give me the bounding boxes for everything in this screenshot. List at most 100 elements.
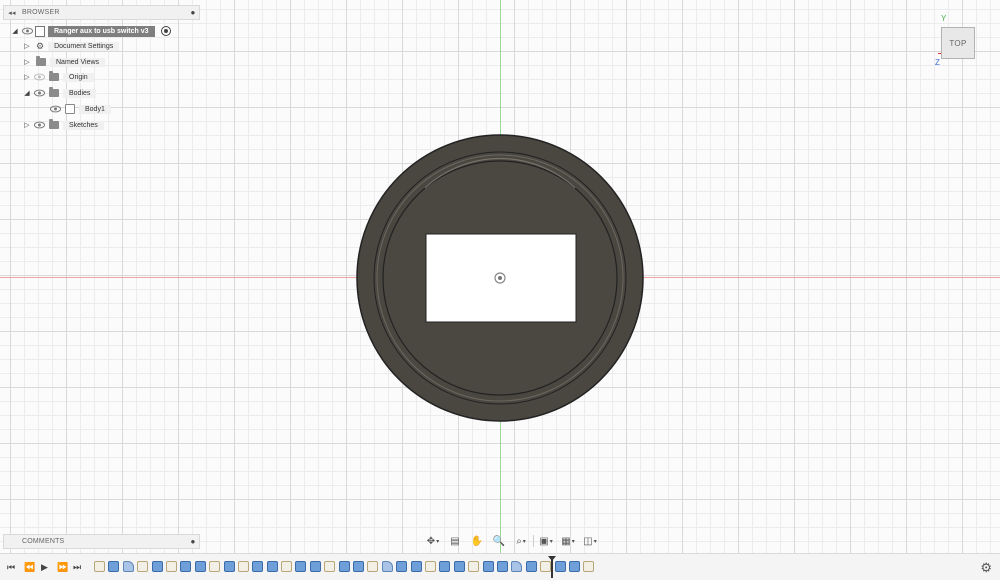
expand-triangle-icon[interactable]: ▷ [22, 73, 32, 81]
timeline-feature-sketch-icon[interactable] [209, 561, 221, 572]
browser-title: BROWSER [22, 9, 60, 16]
visibility-eye-icon[interactable] [34, 121, 45, 129]
step-back-icon[interactable]: ⏪ [24, 562, 35, 573]
activate-radio-icon[interactable] [160, 26, 171, 36]
tree-item-document-settings[interactable]: ▷ ⚙ Document Settings [22, 39, 120, 53]
look-at-icon[interactable]: ▤ [445, 533, 465, 549]
y-axis-label: Y [941, 14, 947, 23]
zoom-icon[interactable]: 🔍 [489, 533, 509, 549]
folder-icon [49, 71, 59, 81]
timeline-feature-sketch-icon[interactable] [424, 561, 436, 572]
tree-item-label[interactable]: Body1 [79, 104, 111, 114]
timeline-feature-extrude-icon[interactable] [568, 561, 580, 572]
tree-root-label[interactable]: Ranger aux to usb switch v3 [48, 25, 155, 37]
timeline-feature-sketch-icon[interactable] [281, 561, 293, 572]
body1-model[interactable] [355, 133, 645, 423]
grid-snaps-icon[interactable]: ▦ ▾ [558, 533, 578, 549]
tree-item-named-views[interactable]: ▷ Named Views [22, 55, 106, 69]
z-axis-label: Z [935, 58, 940, 67]
timeline-feature-sketch-icon[interactable] [367, 561, 379, 572]
timeline-marker[interactable] [548, 556, 556, 578]
folder-icon [49, 87, 59, 97]
tree-item-label[interactable]: Named Views [50, 57, 106, 67]
view-cube[interactable]: TOP [941, 27, 975, 59]
timeline-feature-sketch-icon[interactable] [468, 561, 480, 572]
timeline-feature-extrude-icon[interactable] [252, 561, 264, 572]
timeline-feature-extrude-icon[interactable] [151, 561, 163, 572]
view-cube-face-label: TOP [949, 38, 967, 48]
timeline-feature-sketch-icon[interactable] [237, 561, 249, 572]
timeline-feature-extrude-icon[interactable] [353, 561, 365, 572]
play-icon[interactable]: ▶ [41, 562, 48, 573]
go-to-end-icon[interactable]: ⏭ [73, 562, 81, 573]
tree-item-label[interactable]: Sketches [63, 120, 104, 130]
timeline-feature-sketch-icon[interactable] [583, 561, 595, 572]
timeline-feature-extrude-icon[interactable] [482, 561, 494, 572]
tree-item-origin[interactable]: ▷ Origin [22, 70, 94, 84]
expand-triangle-icon[interactable]: ▷ [22, 121, 32, 129]
timeline-feature-extrude-icon[interactable] [496, 561, 508, 572]
expand-triangle-icon[interactable]: ▷ [22, 58, 32, 66]
timeline-feature-revolve-icon[interactable] [381, 561, 393, 572]
timeline-feature-revolve-icon[interactable] [122, 561, 134, 572]
expand-triangle-icon[interactable]: ◢ [10, 27, 20, 35]
timeline-feature-extrude-icon[interactable] [396, 561, 408, 572]
timeline-feature-extrude-icon[interactable] [525, 561, 537, 572]
timeline-feature-extrude-icon[interactable] [439, 561, 451, 572]
folder-icon [49, 119, 59, 129]
comments-title: COMMENTS [22, 538, 65, 545]
go-to-start-icon[interactable]: ⏮ [7, 562, 15, 573]
timeline-feature-extrude-icon[interactable] [410, 561, 422, 572]
visibility-eye-icon[interactable] [34, 73, 45, 81]
toolbar-divider [533, 535, 534, 547]
timeline-feature-sketch-icon[interactable] [137, 561, 149, 572]
visibility-eye-icon[interactable] [34, 89, 45, 97]
display-settings-icon[interactable]: ▣ ▾ [536, 533, 556, 549]
browser-panel-header[interactable]: ◂◂ BROWSER ● [3, 5, 200, 20]
timeline-feature-extrude-icon[interactable] [453, 561, 465, 572]
timeline-feature-extrude-icon[interactable] [266, 561, 278, 572]
timeline-feature-sketch-icon[interactable] [324, 561, 336, 572]
pan-icon[interactable]: ✋ [467, 533, 487, 549]
step-forward-icon[interactable]: ⏩ [57, 562, 68, 573]
comments-panel-header[interactable]: COMMENTS ● [3, 534, 200, 549]
timeline-feature-extrude-icon[interactable] [180, 561, 192, 572]
timeline-feature-extrude-icon[interactable] [554, 561, 566, 572]
timeline-feature-revolve-icon[interactable] [511, 561, 523, 572]
timeline-feature-extrude-icon[interactable] [338, 561, 350, 572]
tree-item-label[interactable]: Origin [63, 72, 94, 82]
body-icon [65, 104, 75, 114]
timeline-feature-extrude-icon[interactable] [194, 561, 206, 572]
timeline-feature-extrude-icon[interactable] [309, 561, 321, 572]
timeline-feature-sketch-icon[interactable] [165, 561, 177, 572]
timeline-track[interactable] [94, 560, 595, 574]
gear-icon[interactable]: ⚙ [980, 560, 992, 576]
tree-item-body1[interactable]: Body1 [48, 102, 111, 116]
tree-item-bodies[interactable]: ◢ Bodies [22, 86, 97, 100]
timeline-feature-sketch-icon[interactable] [94, 561, 105, 572]
panel-pin-icon[interactable]: ● [187, 8, 199, 17]
timeline-feature-sketch-icon[interactable] [540, 561, 552, 572]
timeline-bar: ⏮ ⏪ ▶ ⏩ ⏭ ⚙ [0, 553, 1000, 580]
navigation-toolbar: ✥ ▾ ▤ ✋ 🔍 ⌕ ▾ ▣ ▾ ▦ ▾ ◫ ▾ [423, 533, 600, 549]
tree-item-label[interactable]: Document Settings [48, 41, 120, 51]
orbit-icon[interactable]: ✥ ▾ [423, 533, 443, 549]
collapse-triangle-icon[interactable]: ◢ [22, 89, 32, 97]
tree-item-sketches[interactable]: ▷ Sketches [22, 118, 104, 132]
timeline-feature-extrude-icon[interactable] [295, 561, 307, 572]
fit-icon[interactable]: ⌕ ▾ [511, 533, 531, 549]
canvas-viewport[interactable] [0, 0, 1000, 553]
tree-root[interactable]: ◢ Ranger aux to usb switch v3 [10, 24, 171, 38]
visibility-eye-icon[interactable] [22, 27, 33, 35]
add-comment-icon[interactable]: ● [187, 537, 199, 546]
timeline-feature-extrude-icon[interactable] [223, 561, 235, 572]
gear-icon: ⚙ [36, 40, 45, 51]
viewports-icon[interactable]: ◫ ▾ [580, 533, 600, 549]
folder-icon [36, 56, 46, 66]
tree-item-label[interactable]: Bodies [63, 88, 97, 98]
timeline-feature-extrude-icon[interactable] [108, 561, 120, 572]
component-icon [35, 25, 45, 37]
collapse-panel-icon[interactable]: ◂◂ [4, 9, 20, 17]
visibility-eye-icon[interactable] [50, 105, 61, 113]
expand-triangle-icon[interactable]: ▷ [22, 42, 32, 50]
